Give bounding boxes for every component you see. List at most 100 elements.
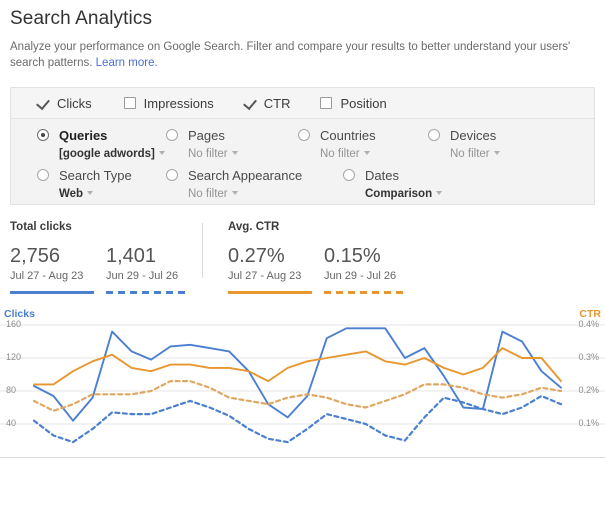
dimension-label-search-type: Search Type [59,168,132,183]
page-header: Search Analytics Analyze your performanc… [0,0,605,71]
dimension-option-search-type[interactable]: Search Type Web [11,168,166,200]
dimension-head-dates: Dates [343,168,463,183]
metric-label-clicks: Clicks [57,95,92,111]
performance-chart: Clicks CTR 160 120 80 40 0.4% 0.3% 0.2% … [0,308,605,458]
dimension-label-pages: Pages [188,128,225,143]
page-title: Search Analytics [10,8,153,29]
chart-right-tick-2: 0.2% [578,385,599,395]
kpi-columns-avg-ctr: 0.27% Jul 27 - Aug 23 0.15% Jun 29 - Jul… [228,245,420,294]
kpi-series-rule-dashed-blue [106,291,190,294]
radio-selected-icon [37,129,49,141]
dimension-filter-queries[interactable]: [google adwords] [37,148,166,160]
kpi-group-avg-ctr: Avg. CTR 0.27% Jul 27 - Aug 23 0.15% Jun… [202,221,420,294]
kpi-card-ctr-current[interactable]: 0.27% Jul 27 - Aug 23 [228,245,324,294]
metric-toggle-impressions[interactable]: Impressions [123,95,214,111]
chart-series-0 [33,327,562,422]
dimension-filter-text-pages: No filter [188,148,228,160]
metric-label-position: Position [340,95,387,111]
kpi-title-total-clicks: Total clicks [10,221,72,233]
dimension-head-devices: Devices [428,128,548,143]
dimension-option-devices[interactable]: Devices No filter [428,128,548,160]
chart-series-2 [33,347,562,386]
dimension-filter-search-appearance[interactable]: No filter [166,188,343,200]
dimension-filter-dates[interactable]: Comparison [343,188,463,200]
page-description: Analyze your performance on Google Searc… [10,39,595,71]
chart-left-tick-0: 160 [6,319,22,329]
dimension-head-countries: Countries [298,128,428,143]
checkbox-unchecked-icon [123,97,136,109]
kpi-value-clicks-current: 2,756 [10,245,61,267]
chart-plot-area: 160 120 80 40 0.4% 0.3% 0.2% 0.1% [0,319,605,458]
dimension-head-pages: Pages [166,128,298,143]
dimension-filter-text-search-type: Web [59,188,84,200]
checkbox-unchecked-icon [320,97,333,109]
radio-unselected-icon [343,169,355,181]
kpi-card-ctr-previous[interactable]: 0.15% Jun 29 - Jul 26 [324,245,420,294]
metric-toggle-ctr[interactable]: CTR [244,96,291,111]
dimension-grid: Queries [google adwords] Pages No filter… [11,119,594,204]
radio-unselected-icon [428,129,440,141]
kpi-columns-total-clicks: 2,756 Jul 27 - Aug 23 1,401 Jun 29 - Jul… [10,245,202,294]
dimension-filter-devices[interactable]: No filter [428,148,548,160]
chart-left-tick-3: 40 [6,418,17,428]
chevron-down-icon [363,150,370,155]
chevron-down-icon [231,190,238,195]
filter-panel: Clicks Impressions CTR Position Queries … [10,87,595,205]
dimension-label-dates: Dates [365,168,399,183]
metric-checkbox-row: Clicks Impressions CTR Position [11,88,594,119]
chart-bottom-axis [0,457,605,458]
metric-label-impressions: Impressions [143,95,214,111]
dimension-filter-text-queries: [google adwords] [59,148,155,160]
metric-toggle-clicks[interactable]: Clicks [37,96,92,111]
dimension-head-queries: Queries [37,128,166,143]
page-description-text: Analyze your performance on Google Searc… [10,41,571,69]
dimension-filter-text-devices: No filter [450,148,490,160]
learn-more-link[interactable]: Learn more. [96,57,158,69]
chart-svg [0,324,605,444]
metric-label-ctr: CTR [263,95,291,111]
kpi-range-clicks-previous: Jun 29 - Jul 26 [106,270,179,282]
kpi-card-clicks-previous[interactable]: 1,401 Jun 29 - Jul 26 [106,245,202,294]
chart-left-tick-1: 120 [6,352,22,362]
dimension-label-search-appearance: Search Appearance [188,168,303,183]
checkbox-checked-icon [37,97,49,109]
dimension-option-pages[interactable]: Pages No filter [166,128,298,160]
dimension-option-dates[interactable]: Dates Comparison [343,168,463,200]
kpi-range-ctr-previous: Jun 29 - Jul 26 [324,270,397,282]
chart-left-tick-2: 80 [6,385,17,395]
kpi-group-total-clicks: Total clicks 2,756 Jul 27 - Aug 23 1,401… [10,221,202,294]
dimension-filter-pages[interactable]: No filter [166,148,298,160]
dimension-row-primary: Queries [google adwords] Pages No filter… [11,128,594,160]
dimension-head-search-type: Search Type [37,168,166,183]
kpi-value-clicks-previous: 1,401 [106,245,157,267]
radio-unselected-icon [166,129,178,141]
kpi-range-clicks-current: Jul 27 - Aug 23 [10,270,84,282]
dimension-filter-text-dates: Comparison [365,188,433,200]
metric-toggle-position[interactable]: Position [320,95,387,111]
dimension-row-secondary: Search Type Web Search Appearance No fil… [11,168,594,200]
chevron-down-icon [231,150,238,155]
dimension-head-search-appearance: Search Appearance [166,168,343,183]
radio-unselected-icon [37,169,49,181]
kpi-series-rule-dashed-orange [324,291,408,294]
chevron-down-icon [87,190,94,195]
chart-right-tick-3: 0.1% [578,418,599,428]
kpi-title-avg-ctr: Avg. CTR [228,221,280,233]
chart-series-1 [32,394,563,444]
dimension-option-queries[interactable]: Queries [google adwords] [11,128,166,160]
kpi-value-ctr-current: 0.27% [228,245,285,267]
dimension-filter-search-type[interactable]: Web [37,188,166,200]
dimension-filter-text-countries: No filter [320,148,360,160]
kpi-card-clicks-current[interactable]: 2,756 Jul 27 - Aug 23 [10,245,106,294]
dimension-filter-text-search-appearance: No filter [188,188,228,200]
chevron-down-icon [436,190,443,195]
dimension-option-countries[interactable]: Countries No filter [298,128,428,160]
radio-unselected-icon [166,169,178,181]
dimension-filter-countries[interactable]: No filter [298,148,428,160]
kpi-series-rule-solid-blue [10,291,94,294]
dimension-option-search-appearance[interactable]: Search Appearance No filter [166,168,343,200]
kpi-strip: Total clicks 2,756 Jul 27 - Aug 23 1,401… [10,221,595,294]
kpi-range-ctr-current: Jul 27 - Aug 23 [228,270,302,282]
chevron-down-icon [158,150,165,155]
radio-unselected-icon [298,129,310,141]
